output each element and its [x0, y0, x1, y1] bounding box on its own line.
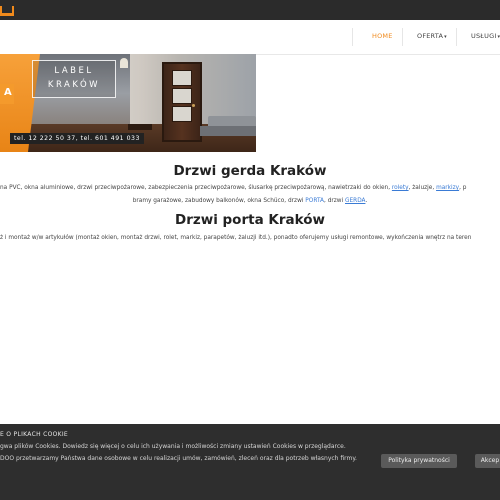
door-pane — [172, 70, 192, 86]
text-segment: , żaluzje, — [408, 185, 435, 191]
door-pane — [172, 106, 192, 122]
nav-separator — [352, 28, 353, 46]
door-knob — [192, 104, 195, 107]
hero-banner: LABEL KRAKÓW tel. 12 222 50 37, tel. 601… — [0, 54, 256, 152]
link-gerda[interactable]: GERDA — [345, 198, 365, 204]
nav-item-label: HOME — [372, 32, 393, 40]
link-rolety[interactable]: rolety — [392, 185, 409, 191]
sofa-shape — [200, 126, 256, 136]
main-nav: HOME OFERTA▾ USŁUGI▾ — [0, 20, 500, 55]
nav-item-label: USŁUGI — [471, 32, 497, 40]
door-illustration — [162, 62, 202, 142]
nav-item-home[interactable]: HOME — [372, 32, 393, 40]
link-markizy[interactable]: markizy — [436, 185, 459, 191]
section-title-porta: Drzwi porta Kraków — [175, 212, 325, 228]
nav-separator — [402, 28, 403, 46]
banner-line2: KRAKÓW — [47, 80, 101, 90]
text-segment: na PVC, okna aluminiowe, drzwi przeciwpo… — [0, 185, 391, 191]
text-segment: bramy garażowe, zabudowy balkonów, okna … — [132, 198, 304, 204]
section-title-gerda: Drzwi gerda Kraków — [173, 163, 327, 179]
banner-contact: tel. 12 222 50 37, tel. 601 491 033 — [10, 133, 144, 144]
banner-line1: LABEL — [54, 66, 94, 76]
text-segment: . — [365, 198, 368, 204]
link-porta[interactable]: PORTA — [305, 198, 324, 204]
section-text-gerda: na PVC, okna aluminiowe, drzwi przeciwpo… — [0, 185, 500, 191]
table-shape — [128, 124, 152, 130]
section-text-porta: ż i montaż w/w artykułów (montaż okien, … — [0, 235, 472, 241]
nav-item-uslugi[interactable]: USŁUGI▾ — [471, 32, 500, 40]
cookie-text-line1: gwa plików Cookies. Dowiedz się więcej o… — [0, 443, 346, 450]
logo[interactable] — [0, 6, 14, 16]
cookie-title: E O PLIKACH COOKIE — [0, 431, 69, 438]
text-segment: , p — [459, 185, 467, 191]
top-bar — [0, 0, 500, 20]
accept-button[interactable]: Akcep — [475, 454, 500, 468]
lamp-shape — [120, 58, 128, 68]
text-segment: , drzwi — [324, 198, 344, 204]
banner-label-box: LABEL KRAKÓW — [32, 60, 116, 98]
cookie-text-line2: DOO przetwarzamy Państwa dane osobowe w … — [0, 455, 357, 462]
nav-item-label: OFERTA — [417, 32, 444, 40]
door-pane — [172, 88, 192, 104]
section-text-gerda-line2: bramy garażowe, zabudowy balkonów, okna … — [0, 198, 500, 204]
banner-orange-tag — [0, 84, 14, 104]
privacy-policy-button[interactable]: Polityka prywatności — [381, 454, 457, 468]
nav-separator — [456, 28, 457, 46]
nav-item-oferta[interactable]: OFERTA▾ — [417, 32, 447, 40]
cookie-banner: E O PLIKACH COOKIE gwa plików Cookies. D… — [0, 424, 500, 500]
chevron-down-icon: ▾ — [444, 34, 447, 40]
